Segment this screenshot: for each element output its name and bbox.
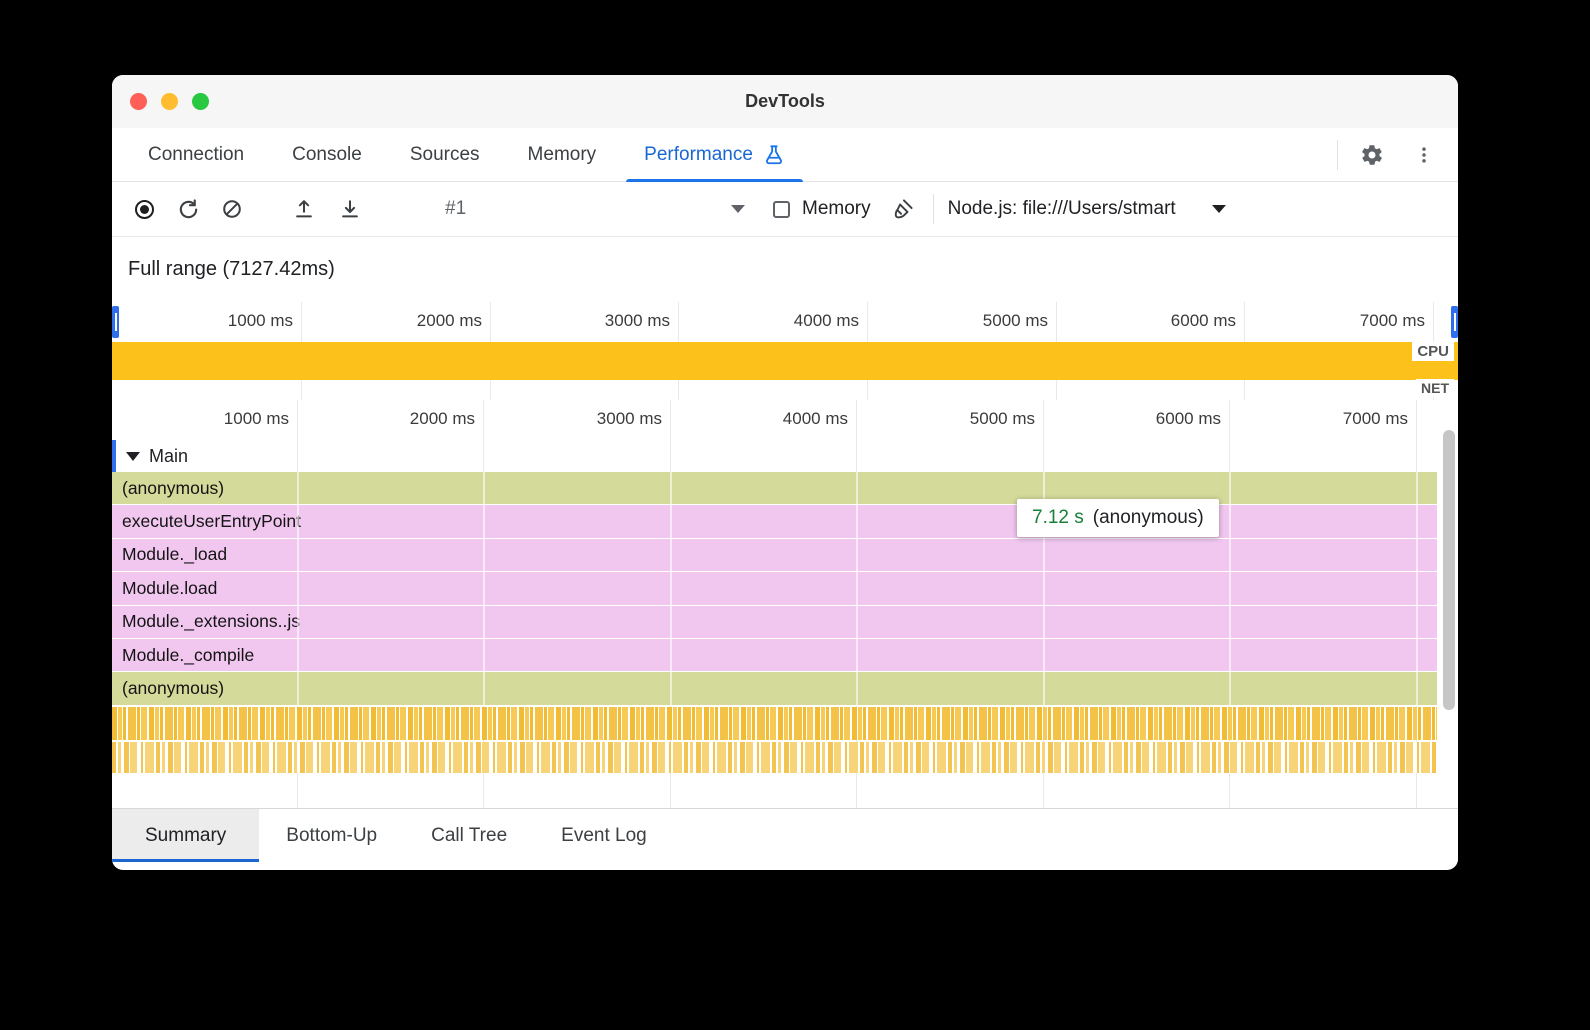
tab-bottom-up[interactable]: Bottom-Up: [259, 809, 404, 862]
cpu-activity-bar[interactable]: CPU: [112, 342, 1458, 380]
target-selector-value: Node.js: file:///Users/stmart: [948, 198, 1176, 220]
ruler-tick: 1000 ms: [189, 409, 289, 429]
settings-gear-icon[interactable]: [1354, 137, 1390, 173]
vertical-scrollbar-thumb[interactable]: [1443, 430, 1455, 710]
flame-frame[interactable]: (anonymous): [112, 672, 1437, 705]
flame-tooltip: 7.12 s (anonymous): [1017, 499, 1219, 537]
memory-checkbox[interactable]: [773, 201, 790, 218]
flame-micro-frames-row[interactable]: [112, 707, 1437, 740]
collect-garbage-broom-icon[interactable]: [885, 191, 921, 227]
tab-console[interactable]: Console: [268, 128, 386, 181]
flame-frame[interactable]: Module._compile: [112, 639, 1437, 672]
tabbar-right-controls: [1337, 128, 1458, 181]
window-title: DevTools: [745, 91, 825, 112]
close-window-button[interactable]: [130, 93, 147, 110]
download-profile-icon[interactable]: [332, 191, 368, 227]
profile-selector[interactable]: #1: [445, 198, 745, 220]
range-handle-left[interactable]: [112, 306, 119, 338]
tab-summary[interactable]: Summary: [112, 809, 259, 862]
ruler-tick: 4000 ms: [748, 409, 848, 429]
net-activity-strip: NET: [112, 380, 1458, 400]
tab-memory[interactable]: Memory: [504, 128, 621, 181]
tab-connection[interactable]: Connection: [124, 128, 268, 181]
zoom-window-button[interactable]: [192, 93, 209, 110]
titlebar: DevTools: [112, 75, 1458, 128]
flame-frame[interactable]: Module._extensions..js: [112, 606, 1437, 639]
ruler-tick: 4000 ms: [759, 311, 859, 331]
ruler-tick: 3000 ms: [562, 409, 662, 429]
range-handle-right[interactable]: [1451, 306, 1458, 338]
traffic-lights: [130, 75, 209, 128]
ruler-tick: 2000 ms: [375, 409, 475, 429]
toolbar-divider: [933, 194, 934, 224]
flame-frame[interactable]: Module.load: [112, 572, 1437, 605]
ruler-tick: 1000 ms: [193, 311, 293, 331]
collapse-triangle-icon[interactable]: [126, 452, 140, 461]
flame-frame[interactable]: executeUserEntryPoint: [112, 505, 1437, 538]
flask-icon: [763, 144, 785, 166]
chevron-down-icon: [731, 205, 745, 213]
main-track-header[interactable]: Main: [112, 440, 1458, 472]
cpu-label: CPU: [1412, 342, 1454, 361]
flame-ruler: 1000 ms 2000 ms 3000 ms 4000 ms 5000 ms …: [112, 400, 1458, 440]
reload-and-record-icon[interactable]: [170, 191, 206, 227]
ruler-tick: 5000 ms: [935, 409, 1035, 429]
panel-tabbar: Connection Console Sources Memory Perfor…: [112, 128, 1458, 182]
tab-sources[interactable]: Sources: [386, 128, 504, 181]
memory-toggle-group: Memory: [773, 198, 871, 220]
clear-recording-icon[interactable]: [214, 191, 250, 227]
net-label: NET: [1416, 379, 1454, 397]
tab-call-tree[interactable]: Call Tree: [404, 809, 534, 862]
upload-profile-icon[interactable]: [286, 191, 322, 227]
tooltip-duration: 7.12 s: [1032, 507, 1084, 529]
ruler-tick: 3000 ms: [570, 311, 670, 331]
ruler-tick: 6000 ms: [1121, 409, 1221, 429]
kebab-menu-icon[interactable]: [1406, 137, 1442, 173]
ruler-tick: 2000 ms: [382, 311, 482, 331]
profile-selector-value: #1: [445, 198, 466, 220]
tab-event-log[interactable]: Event Log: [534, 809, 674, 862]
performance-toolbar: #1 Memory Node.js: file:///Users/stmart: [112, 182, 1458, 237]
flame-frame[interactable]: Module._load: [112, 539, 1437, 572]
record-icon[interactable]: [126, 191, 162, 227]
flame-rows: (anonymous) executeUserEntryPoint Module…: [112, 472, 1437, 706]
minimize-window-button[interactable]: [161, 93, 178, 110]
track-selection-marker: [112, 440, 116, 472]
ruler-tick: 5000 ms: [948, 311, 1048, 331]
details-tabbar: Summary Bottom-Up Call Tree Event Log: [112, 808, 1458, 862]
flame-micro-frames-row[interactable]: [112, 742, 1437, 773]
tooltip-frame-name: (anonymous): [1093, 507, 1204, 529]
ruler-tick: 7000 ms: [1308, 409, 1408, 429]
timeline-overview: 1000 ms 2000 ms 3000 ms 4000 ms 5000 ms …: [112, 302, 1458, 400]
ruler-tick: 7000 ms: [1325, 311, 1425, 331]
tabbar-divider: [1337, 140, 1338, 170]
ruler-tick: 6000 ms: [1136, 311, 1236, 331]
target-selector[interactable]: Node.js: file:///Users/stmart: [948, 198, 1226, 220]
memory-checkbox-label[interactable]: Memory: [802, 198, 871, 220]
tab-performance[interactable]: Performance: [620, 128, 809, 181]
flame-chart: 1000 ms 2000 ms 3000 ms 4000 ms 5000 ms …: [112, 400, 1458, 808]
devtools-window: DevTools Connection Console Sources Memo…: [112, 75, 1458, 870]
chevron-down-icon: [1212, 205, 1226, 213]
main-track-label: Main: [149, 446, 188, 467]
flame-frame[interactable]: (anonymous): [112, 472, 1437, 505]
full-range-label: Full range (7127.42ms): [112, 237, 1458, 302]
